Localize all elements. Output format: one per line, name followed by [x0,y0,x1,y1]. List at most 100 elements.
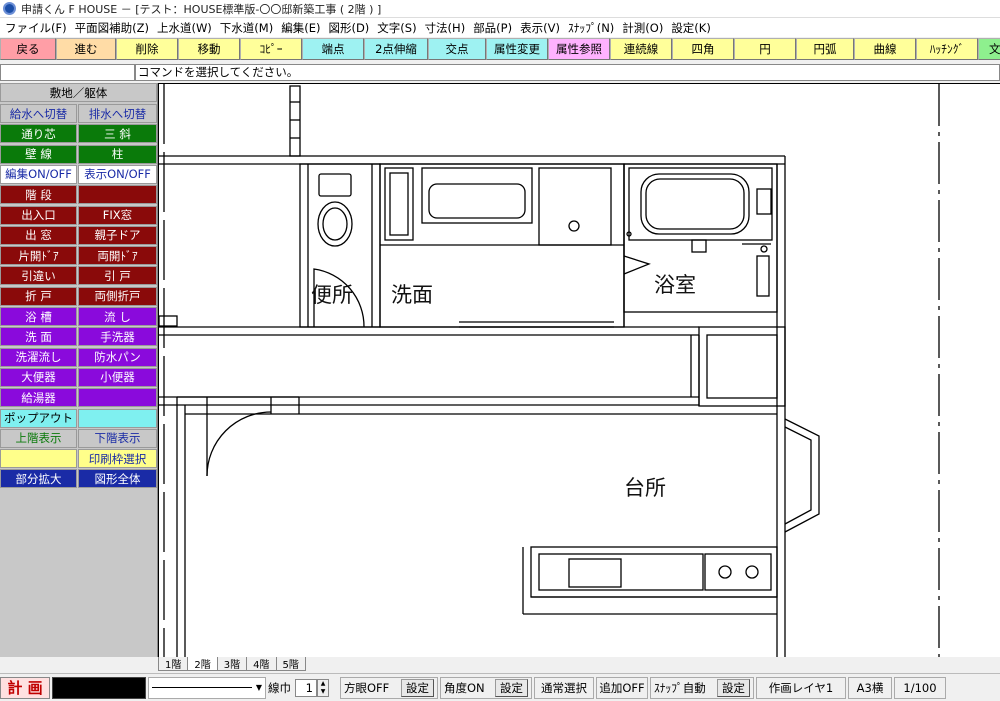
grid-toggle[interactable]: 方眼OFF 設定 [340,676,438,699]
menu-item[interactable]: 下水道(M) [218,20,279,36]
room-label-kitchen: 台所 [624,476,666,500]
sidebar-button[interactable]: 柱 [78,144,157,164]
angle-toggle[interactable]: 角度ON 設定 [440,676,532,699]
sidebar-button[interactable] [78,408,157,428]
sidebar-button[interactable]: 階 段 [0,185,77,205]
menu-item[interactable]: 上水道(W) [155,20,218,36]
command-toolbar: 戻る 進む 削除 移動 ｺﾋﾟｰ 端点 2点伸縮 交点 属性変更 属性参照 連続線 四角円円弧 曲線 ﾊｯ… [0,38,1000,60]
drawing-canvas[interactable]: 便所 洗面 浴室 台所 [158,83,1000,657]
toolbar-button[interactable]: 文字 [978,38,1000,60]
sidebar-button[interactable]: 引 戸 [78,266,157,286]
command-input[interactable] [0,64,135,81]
sidebar-button[interactable]: 給水へ切替 [0,104,77,123]
menu-item[interactable]: ｽﾅｯﾌﾟ(N) [566,20,620,36]
select-mode-button[interactable]: 通常選択 [534,676,594,699]
line-width-input[interactable]: 1 [295,678,317,697]
snap-toggle[interactable]: ｽﾅｯﾌﾟ自動 設定 [650,676,754,699]
line-type-select[interactable]: ▼ [148,676,266,699]
sidebar-button[interactable]: 浴 槽 [0,307,77,326]
room-label-bath: 浴室 [654,273,696,297]
spinner-icon[interactable]: ▲ ▼ [317,678,329,697]
sidebar-button[interactable]: 壁 線 [0,144,77,164]
sidebar-button[interactable]: 給湯器 [0,388,77,408]
grid-settings-button[interactable]: 設定 [401,678,434,697]
toolbar-button[interactable]: 属性参照 [548,38,610,60]
toolbar-button[interactable]: 連続線 [610,38,672,60]
floor-tab[interactable]: 3階 [216,657,248,671]
angle-status: 角度ON [444,680,485,695]
sidebar-button[interactable]: 出 窓 [0,225,77,245]
paper-size[interactable]: A3横 [848,676,892,699]
sidebar-button[interactable]: 大便器 [0,367,77,387]
menu-item[interactable]: 設定(K) [669,20,717,36]
sidebar-button[interactable]: 防水パン [78,347,157,367]
line-width-label: 線巾 [268,680,291,695]
floor-tabs: 1階 2階 3階 4階 5階 [158,657,1000,671]
grid-status: 方眼OFF [344,680,390,695]
sidebar-button[interactable] [0,449,77,469]
toolbar-button[interactable]: 交点 [428,38,486,60]
menu-item[interactable]: 部品(P) [471,20,518,36]
sidebar-button[interactable]: 流 し [78,307,157,326]
color-swatch[interactable] [52,676,146,699]
sidebar-button[interactable] [78,185,157,205]
sidebar-button[interactable]: 下階表示 [78,428,157,448]
sidebar-button[interactable]: 出入口 [0,205,77,225]
append-toggle[interactable]: 追加OFF [596,676,648,699]
sidebar-button[interactable]: FIX窓 [78,205,157,225]
sidebar-button[interactable]: 両開ﾄﾞｱ [78,246,157,266]
snap-settings-button[interactable]: 設定 [717,678,750,697]
menu-item[interactable]: 表示(V) [518,20,566,36]
toolbar-button[interactable]: 属性変更 [486,38,548,60]
sidebar-button[interactable]: 洗 面 [0,327,77,347]
toolbar-button[interactable]: 削除 [116,38,178,60]
toolbar-button[interactable]: 曲線 [854,38,916,60]
sidebar-button[interactable]: 部分拡大 [0,469,77,489]
sidebar-button[interactable]: 表示ON/OFF [78,164,157,184]
toolbar-button[interactable]: 四角 [672,38,734,60]
toolbar-button[interactable]: 円弧 [796,38,854,60]
room-label-washroom: 洗面 [391,283,433,307]
sidebar-button[interactable]: 片開ﾄﾞｱ [0,246,77,266]
sidebar-button[interactable]: 手洗器 [78,327,157,347]
toolbar-button[interactable]: 進む [56,38,116,60]
floor-tab[interactable]: 5階 [275,657,306,671]
scale-indicator[interactable]: 1/100 [894,676,946,699]
floor-plan [159,84,940,657]
toolbar-button[interactable]: 移動 [178,38,240,60]
sidebar-button[interactable]: 編集ON/OFF [0,164,77,184]
floor-tab[interactable]: 2階 [187,657,218,671]
sidebar-button[interactable]: 三 斜 [78,124,157,144]
toolbar-button[interactable]: 端点 [302,38,364,60]
sidebar-button[interactable]: ポップアウト [0,408,77,428]
sidebar-button[interactable] [78,388,157,408]
floor-tab[interactable]: 4階 [246,657,277,671]
sidebar-button[interactable]: 排水へ切替 [78,104,157,123]
menu-item[interactable]: ファイル(F) [3,20,73,36]
toolbar-button[interactable]: 戻る [0,38,56,60]
layer-select[interactable]: 作画レイヤ1 [756,676,846,699]
floor-tab[interactable]: 1階 [158,657,189,671]
sidebar-button[interactable]: 親子ドア [78,225,157,245]
toolbar-button[interactable]: 2点伸縮 [364,38,428,60]
menu-item[interactable]: 寸法(H) [423,20,472,36]
menu-item[interactable]: 文字(S) [375,20,422,36]
sidebar-button[interactable]: 引違い [0,266,77,286]
sidebar-button[interactable]: 印刷枠選択 [78,449,157,469]
toolbar-button[interactable]: 円 [734,38,796,60]
toolbar-button[interactable]: ｺﾋﾟｰ [240,38,302,60]
sidebar-button[interactable]: 洗濯流し [0,347,77,367]
menu-item[interactable]: 編集(E) [279,20,326,36]
sidebar-button[interactable]: 図形全体 [78,469,157,489]
sidebar-button[interactable]: 両側折戸 [78,286,157,306]
sidebar-button[interactable]: 上階表示 [0,428,77,448]
sidebar-button[interactable]: 折 戸 [0,286,77,306]
menu-item[interactable]: 図形(D) [326,20,375,36]
angle-settings-button[interactable]: 設定 [495,678,528,697]
menu-item[interactable]: 計測(O) [620,20,669,36]
sidebar-button[interactable]: 通り芯 [0,124,77,144]
menu-item[interactable]: 平面図補助(Z) [73,20,155,36]
toolbar-button[interactable]: ﾊｯﾁﾝｸﾞ [916,38,978,60]
site-frame-header[interactable]: 敷地／躯体 [0,83,157,102]
sidebar-button[interactable]: 小便器 [78,367,157,387]
